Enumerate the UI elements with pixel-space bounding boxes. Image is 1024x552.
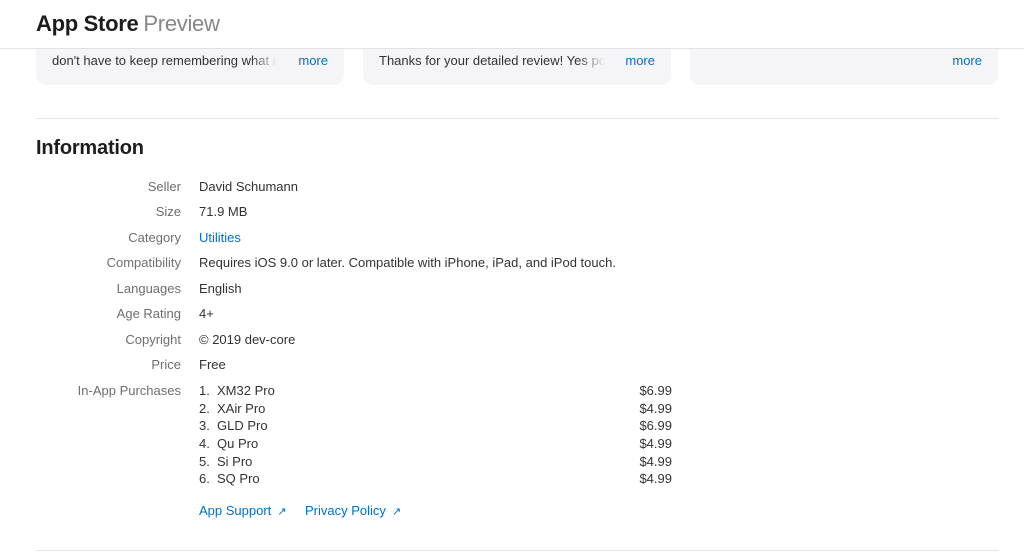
app-store-preview-logo[interactable]: App Store Preview	[36, 11, 220, 37]
info-label: Size	[155, 204, 181, 219]
languages-value: English	[199, 281, 242, 296]
iap-number: 2.	[199, 401, 210, 416]
info-row-size: Size 71.9 MB	[0, 204, 1024, 224]
info-row-compatibility: Compatibility Requires iOS 9.0 or later.…	[0, 255, 1024, 275]
brand-title: App Store	[36, 11, 139, 36]
size-value: 71.9 MB	[199, 204, 248, 219]
copyright-value: © 2019 dev-core	[199, 332, 296, 347]
info-row-languages: Languages English	[0, 281, 1024, 301]
category-link[interactable]: Utilities	[199, 230, 241, 245]
info-label: Languages	[116, 281, 181, 296]
age-rating-value: 4+	[199, 306, 214, 321]
app-support-label: App Support	[199, 503, 272, 518]
iap-list-item: 2. XAir Pro $4.99	[199, 401, 672, 418]
iap-name: Qu Pro	[217, 436, 259, 451]
info-row-category: Category Utilities	[0, 230, 1024, 250]
iap-list-item: 5. Si Pro $4.99	[199, 454, 672, 471]
iap-name: XAir Pro	[217, 401, 266, 416]
iap-number: 6.	[199, 471, 210, 486]
app-support-link[interactable]: App Support ↗	[199, 503, 287, 518]
app-store-page: App Store Preview don't have to keep reme…	[0, 0, 1024, 552]
iap-number: 3.	[199, 418, 210, 433]
external-link-arrow-icon: ↗	[277, 506, 287, 518]
info-label: Compatibility	[106, 255, 181, 270]
iap-number: 5.	[199, 454, 210, 469]
iap-list-item: 4. Qu Pro $4.99	[199, 436, 672, 453]
iap-price: $4.99	[639, 454, 672, 469]
review-more-link[interactable]: more	[625, 53, 655, 68]
external-link-arrow-icon: ↗	[391, 506, 402, 518]
iap-price: $6.99	[639, 383, 672, 398]
info-label: Copyright	[125, 332, 181, 347]
iap-number: 1.	[199, 383, 210, 398]
compatibility-value: Requires iOS 9.0 or later. Compatible wi…	[199, 255, 616, 270]
info-label: Age Rating	[116, 306, 181, 321]
review-more-link[interactable]: more	[298, 53, 328, 68]
info-row-copyright: Copyright © 2019 dev-core	[0, 332, 1024, 352]
developer-response-excerpt: Thanks for your detailed review! Yes pow	[379, 53, 605, 68]
price-value: Free	[199, 357, 226, 372]
iap-name: XM32 Pro	[217, 383, 275, 398]
review-more-link[interactable]: more	[952, 53, 982, 68]
review-excerpt: don't have to keep remembering what is	[52, 53, 278, 68]
info-label: Price	[151, 357, 181, 372]
privacy-policy-link[interactable]: Privacy Policy ↗	[305, 503, 401, 518]
iap-price: $6.99	[639, 418, 672, 433]
iap-name: Si Pro	[217, 454, 253, 469]
iap-number: 4.	[199, 436, 210, 451]
seller-value: David Schumann	[199, 179, 298, 194]
brand-subtitle: Preview	[143, 11, 220, 36]
iap-price: $4.99	[639, 471, 672, 486]
iap-name: GLD Pro	[217, 418, 268, 433]
iap-list-item: 3. GLD Pro $6.99	[199, 418, 672, 435]
info-row-seller: Seller David Schumann	[0, 179, 1024, 199]
privacy-policy-label: Privacy Policy	[305, 503, 386, 518]
top-nav-bar: App Store Preview	[0, 0, 1024, 49]
iap-price: $4.99	[639, 401, 672, 416]
information-heading: Information	[36, 137, 144, 159]
info-row-age-rating: Age Rating 4+	[0, 306, 1024, 326]
iap-list-item: 1. XM32 Pro $6.99	[199, 383, 672, 400]
section-divider	[36, 118, 999, 119]
iap-price: $4.99	[639, 436, 672, 451]
info-label: Category	[128, 230, 181, 245]
info-row-price: Price Free	[0, 357, 1024, 377]
info-label: In-App Purchases	[77, 383, 181, 398]
iap-name: SQ Pro	[217, 471, 260, 486]
info-label: Seller	[147, 179, 181, 194]
iap-list-item: 6. SQ Pro $4.99	[199, 471, 672, 488]
section-divider	[36, 550, 999, 551]
